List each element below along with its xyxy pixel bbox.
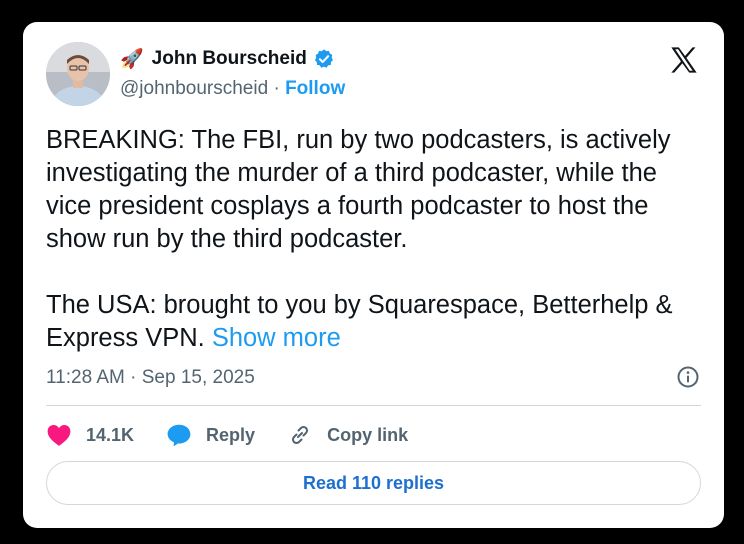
follow-button[interactable]: Follow xyxy=(285,78,345,99)
author-name-row: 🚀 John Bourscheid xyxy=(120,46,335,72)
copy-link-button[interactable]: Copy link xyxy=(287,423,408,447)
like-count: 14.1K xyxy=(86,424,135,445)
tweet-timestamp[interactable]: 11:28 AM · Sep 15, 2025 xyxy=(46,367,255,389)
author-handle[interactable]: @johnbourscheid xyxy=(120,78,268,99)
action-bar: 14.1K Reply Copy link xyxy=(46,420,440,450)
link-icon xyxy=(292,425,309,445)
read-replies-button[interactable]: Read 110 replies xyxy=(46,461,701,505)
tweet-text: BREAKING: The FBI, run by two podcasters… xyxy=(46,124,706,355)
reply-label: Reply xyxy=(206,424,256,445)
verified-badge-icon xyxy=(314,49,333,68)
info-icon[interactable] xyxy=(676,365,700,389)
rocket-emoji: 🚀 xyxy=(120,48,144,70)
avatar[interactable] xyxy=(46,42,110,106)
heart-icon xyxy=(47,425,71,446)
separator-dot: · xyxy=(273,78,280,99)
copy-link-label: Copy link xyxy=(327,424,409,445)
x-logo-icon[interactable] xyxy=(668,44,700,76)
reply-button[interactable]: Reply xyxy=(166,423,255,447)
tweet-card: 🚀 John Bourscheid @johnbourscheid · Foll… xyxy=(23,22,724,528)
tweet-body: BREAKING: The FBI, run by two podcasters… xyxy=(46,126,673,352)
author-handle-row: @johnbourscheid · Follow xyxy=(120,78,345,100)
divider xyxy=(46,405,701,406)
author-display-name[interactable]: John Bourscheid xyxy=(152,48,307,70)
reply-bubble-icon xyxy=(167,424,191,447)
show-more-link[interactable]: Show more xyxy=(212,324,341,352)
like-button[interactable]: 14.1K xyxy=(46,423,134,447)
